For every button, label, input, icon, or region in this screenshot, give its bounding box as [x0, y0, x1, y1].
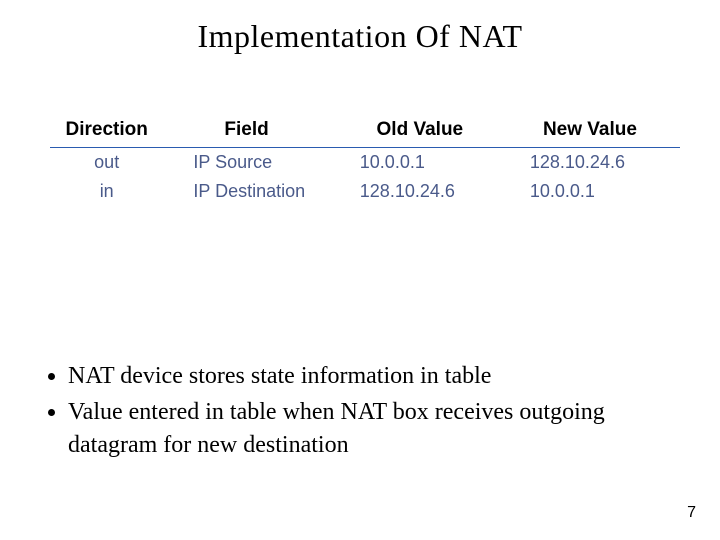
table-header-row: Direction Field Old Value New Value — [50, 115, 680, 148]
cell-old: 128.10.24.6 — [340, 177, 510, 206]
table-row: out IP Source 10.0.0.1 128.10.24.6 — [50, 148, 680, 178]
header-new-value: New Value — [510, 115, 680, 148]
cell-direction: out — [50, 148, 163, 178]
slide-title: Implementation Of NAT — [0, 0, 720, 55]
bullet-item: NAT device stores state information in t… — [68, 360, 680, 392]
header-old-value: Old Value — [340, 115, 510, 148]
cell-direction: in — [50, 177, 163, 206]
cell-new: 128.10.24.6 — [510, 148, 680, 178]
cell-old: 10.0.0.1 — [340, 148, 510, 178]
slide: Implementation Of NAT Direction Field Ol… — [0, 0, 720, 540]
cell-new: 10.0.0.1 — [510, 177, 680, 206]
header-field: Field — [163, 115, 339, 148]
bullet-list: NAT device stores state information in t… — [40, 360, 680, 465]
header-direction: Direction — [50, 115, 163, 148]
cell-field: IP Destination — [163, 177, 339, 206]
nat-table: Direction Field Old Value New Value out … — [50, 115, 680, 206]
table-row: in IP Destination 128.10.24.6 10.0.0.1 — [50, 177, 680, 206]
cell-field: IP Source — [163, 148, 339, 178]
bullet-item: Value entered in table when NAT box rece… — [68, 396, 680, 461]
page-number: 7 — [687, 504, 696, 522]
